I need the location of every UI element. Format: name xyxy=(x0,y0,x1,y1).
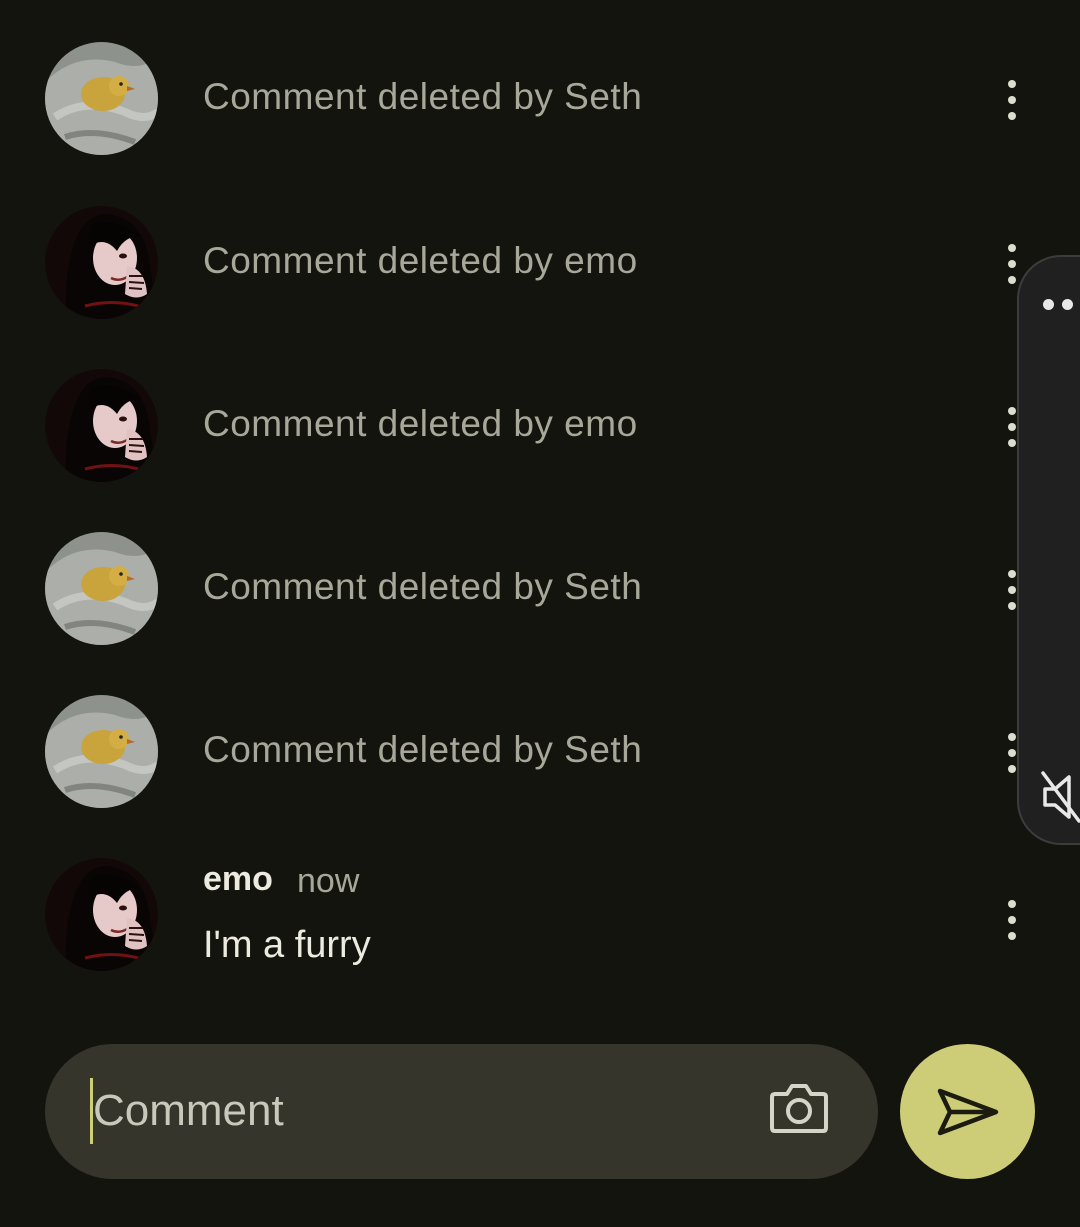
avatar[interactable] xyxy=(45,695,158,808)
more-horiz-icon[interactable] xyxy=(1043,299,1073,310)
comment-row: emo now I'm a furry xyxy=(0,858,1080,988)
deleted-comment-text: Comment deleted by emo xyxy=(203,240,638,281)
comment-row: Comment deleted by Seth xyxy=(0,532,1080,695)
comment-row: Comment deleted by Seth xyxy=(0,695,1080,858)
floating-side-panel xyxy=(1017,255,1080,845)
comment-composer xyxy=(45,1044,878,1179)
comment-input[interactable] xyxy=(90,1078,733,1144)
comment-timestamp: now xyxy=(297,862,360,900)
comment-row: Comment deleted by Seth xyxy=(0,42,1080,205)
avatar[interactable] xyxy=(45,42,158,155)
deleted-comment-text: Comment deleted by Seth xyxy=(203,76,643,117)
more-vert-icon[interactable] xyxy=(996,80,1028,120)
deleted-comment-text: Comment deleted by Seth xyxy=(203,566,643,607)
comment-row: Comment deleted by emo xyxy=(0,369,1080,532)
avatar[interactable] xyxy=(45,858,158,971)
send-icon xyxy=(937,1088,998,1135)
comment-text: I'm a furry xyxy=(203,924,371,966)
deleted-comment-text: Comment deleted by emo xyxy=(203,403,638,444)
camera-icon[interactable] xyxy=(769,1080,829,1136)
comment-author[interactable]: emo xyxy=(203,860,273,899)
avatar[interactable] xyxy=(45,369,158,482)
deleted-comment-text: Comment deleted by Seth xyxy=(203,729,643,770)
more-vert-icon[interactable] xyxy=(996,900,1028,940)
send-button[interactable] xyxy=(900,1044,1035,1179)
volume-off-icon[interactable] xyxy=(1041,769,1080,825)
avatar[interactable] xyxy=(45,206,158,319)
comment-row: Comment deleted by emo xyxy=(0,206,1080,369)
avatar[interactable] xyxy=(45,532,158,645)
